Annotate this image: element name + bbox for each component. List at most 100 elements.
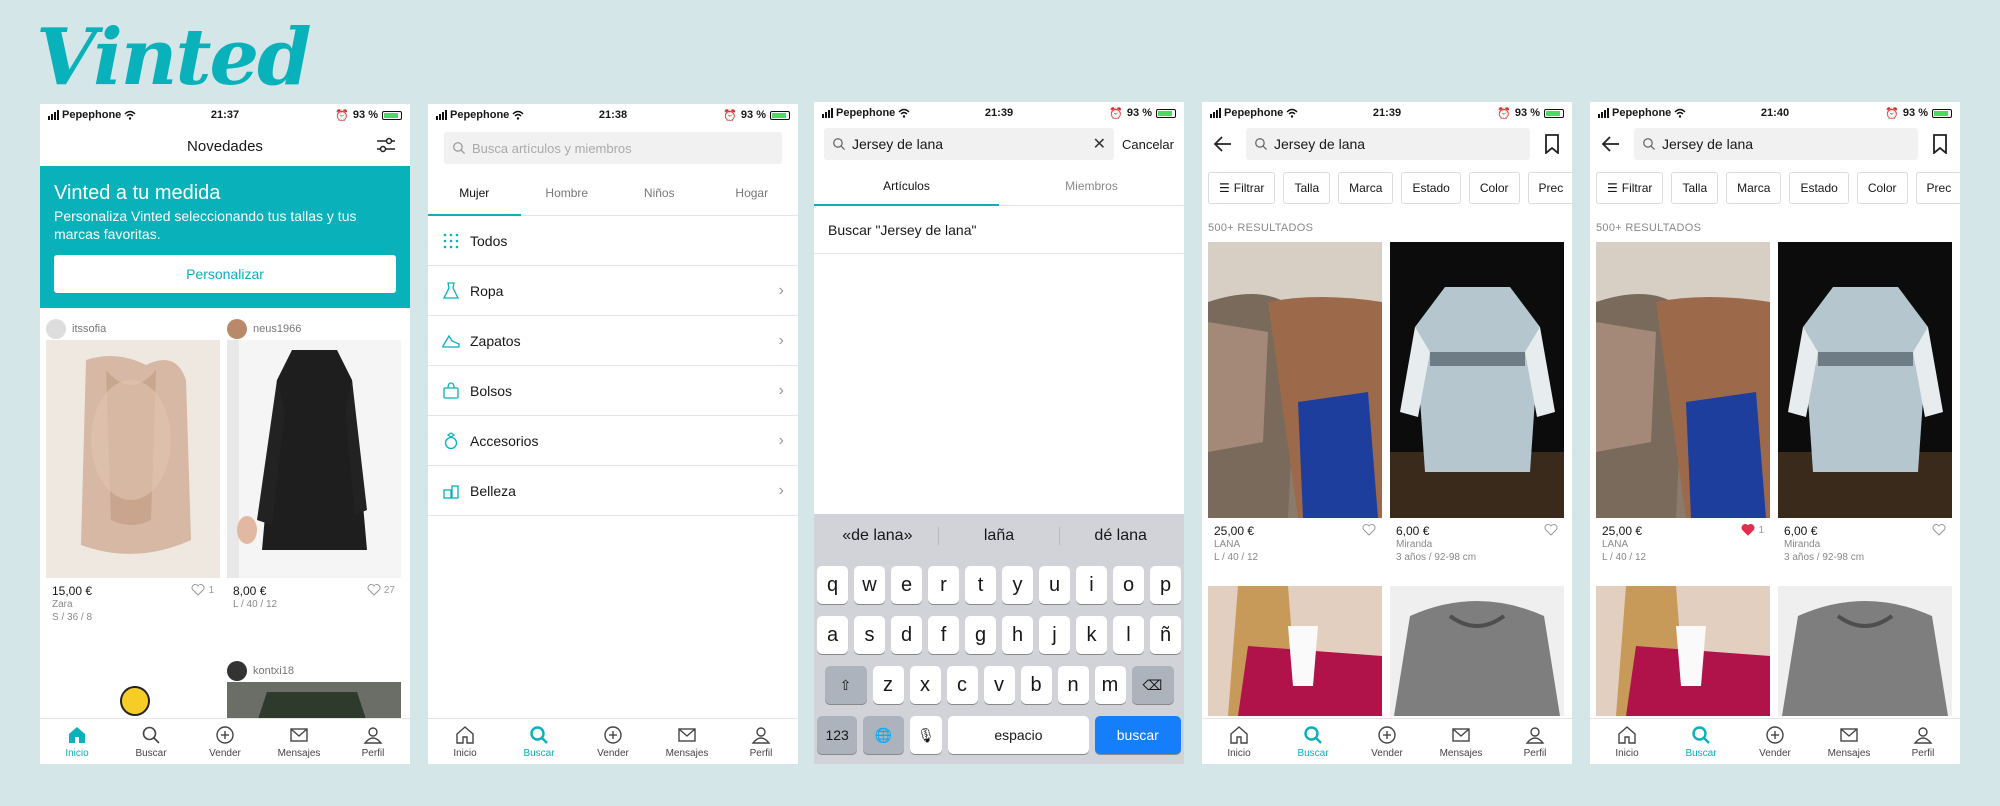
space-key[interactable]: espacio [948,716,1089,754]
category-belleza[interactable]: Belleza › [428,466,798,516]
tab-vender[interactable]: Vender [188,719,262,764]
key[interactable]: c [946,666,978,704]
key[interactable]: w [854,566,885,604]
key[interactable]: r [928,566,959,604]
item-card[interactable]: 6,00 € Miranda 3 años / 92-98 cm [1390,242,1564,570]
tab-perfil[interactable]: Perfil [1498,719,1572,764]
filter-chip[interactable]: ☰ Filtrar [1208,172,1276,204]
favorite-button[interactable]: 1 [1741,524,1764,536]
key[interactable]: e [891,566,922,604]
tab-buscar[interactable]: Buscar [1664,719,1738,764]
tab-vender[interactable]: Vender [1350,719,1424,764]
key[interactable]: o [1113,566,1144,604]
item-card[interactable]: 6,00 € Miranda 3 años / 92-98 cm [1778,242,1952,570]
bookmark-icon[interactable] [1932,134,1948,154]
item-card[interactable]: 25,00 € LANA L / 40 / 12 1 [1596,242,1770,570]
key[interactable]: f [928,616,959,654]
category-bolsos[interactable]: Bolsos › [428,366,798,416]
condition-chip[interactable]: Estado [1401,172,1461,204]
key[interactable]: b [1020,666,1052,704]
brand-chip[interactable]: Marca [1726,172,1782,204]
key[interactable]: h [1002,616,1033,654]
tab-buscar[interactable]: Buscar [114,719,188,764]
tab-vender[interactable]: Vender [1738,719,1812,764]
key[interactable]: s [854,616,885,654]
search-suggestion[interactable]: Buscar "Jersey de lana" [814,206,1184,254]
search-key[interactable]: buscar [1094,716,1181,754]
back-arrow-icon[interactable] [1214,136,1232,152]
item-photo[interactable] [46,340,220,578]
clear-icon[interactable]: ✕ [1093,134,1106,154]
tab-mensajes[interactable]: Mensajes [1424,719,1498,764]
microphone-icon[interactable]: 🎙 [909,716,943,754]
search-input[interactable]: Jersey de lana ✕ [824,128,1114,160]
search-input[interactable]: Busca artículos y miembros [444,132,782,164]
item-photo[interactable] [1778,586,1952,716]
key[interactable]: z [872,666,904,704]
key[interactable]: d [891,616,922,654]
tab-inicio[interactable]: Inicio [40,719,114,764]
key[interactable]: l [1113,616,1144,654]
tab-inicio[interactable]: Inicio [1202,719,1276,764]
item-user[interactable]: neus1966 [227,318,401,340]
key[interactable]: v [983,666,1015,704]
key[interactable]: k [1076,616,1107,654]
item-card[interactable] [1596,586,1770,716]
tab-perfil[interactable]: Perfil [336,719,410,764]
color-chip[interactable]: Color [1468,172,1520,204]
tab-inicio[interactable]: Inicio [428,719,502,764]
item-card[interactable] [1390,586,1564,716]
color-chip[interactable]: Color [1856,172,1908,204]
key[interactable]: g [965,616,996,654]
size-chip[interactable]: Talla [1671,172,1719,204]
key[interactable]: i [1076,566,1107,604]
price-chip[interactable]: Prec [1915,172,1960,204]
key[interactable]: ñ [1150,616,1181,654]
category-zapatos[interactable]: Zapatos › [428,316,798,366]
tab-perfil[interactable]: Perfil [724,719,798,764]
key[interactable]: t [965,566,996,604]
tab-ninos[interactable]: Niños [613,170,706,215]
tab-inicio[interactable]: Inicio [1590,719,1664,764]
item-photo[interactable] [227,340,401,578]
item-user[interactable]: kontxi18 [227,660,401,682]
item-photo[interactable] [227,682,401,722]
keyboard-suggestion[interactable]: «de lana» [817,527,939,545]
item-card[interactable]: neus1966 8,00 € L / 40 / 12 27 [227,318,401,617]
category-todos[interactable]: Todos [428,216,798,266]
price-chip[interactable]: Prec [1527,172,1572,204]
key[interactable]: m [1094,666,1126,704]
tab-mensajes[interactable]: Mensajes [650,719,724,764]
filter-chip[interactable]: ☰ Filtrar [1596,172,1664,204]
sliders-icon[interactable] [376,136,396,154]
tab-buscar[interactable]: Buscar [502,719,576,764]
brand-chip[interactable]: Marca [1338,172,1394,204]
item-card[interactable]: itssofia 15,00 € Zara S / 36 / 8 1 [46,318,220,630]
tab-mujer[interactable]: Mujer [428,170,521,216]
item-card[interactable]: 25,00 € LANA L / 40 / 12 [1208,242,1382,570]
search-input[interactable]: Jersey de lana [1634,128,1918,160]
key[interactable]: j [1039,616,1070,654]
item-photo[interactable] [1778,242,1952,518]
bookmark-icon[interactable] [1544,134,1560,154]
keyboard-suggestion[interactable]: laña [939,527,1061,545]
key[interactable]: y [1002,566,1033,604]
key[interactable]: x [909,666,941,704]
key[interactable]: p [1150,566,1181,604]
tab-hogar[interactable]: Hogar [706,170,799,215]
favorite-button[interactable] [1362,524,1376,536]
numbers-key[interactable]: 123 [817,716,858,754]
item-photo[interactable] [1596,242,1770,518]
key[interactable]: n [1057,666,1089,704]
item-card[interactable] [1208,586,1382,716]
key[interactable]: u [1039,566,1070,604]
item-photo[interactable] [1208,586,1382,716]
item-photo[interactable] [1596,586,1770,716]
search-input[interactable]: Jersey de lana [1246,128,1530,160]
tab-perfil[interactable]: Perfil [1886,719,1960,764]
key[interactable]: q [817,566,848,604]
back-arrow-icon[interactable] [1602,136,1620,152]
item-photo[interactable] [1390,586,1564,716]
item-photo[interactable] [1208,242,1382,518]
tab-mensajes[interactable]: Mensajes [1812,719,1886,764]
